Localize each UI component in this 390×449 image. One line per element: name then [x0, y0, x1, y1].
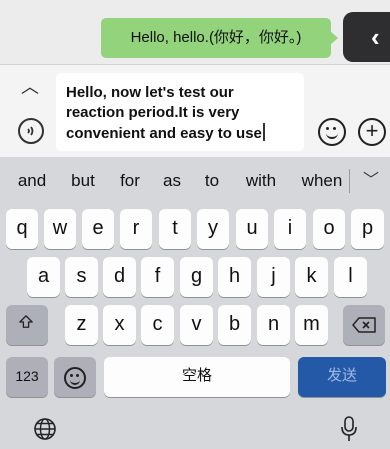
shift-key[interactable]: [6, 305, 48, 345]
side-panel-handle[interactable]: ‹: [343, 12, 390, 62]
key-j[interactable]: j: [257, 257, 290, 297]
key-a[interactable]: a: [27, 257, 60, 297]
key-d[interactable]: d: [103, 257, 136, 297]
key-f[interactable]: f: [141, 257, 174, 297]
key-p[interactable]: p: [351, 209, 384, 249]
suggestion-word[interactable]: as: [157, 157, 187, 205]
key-x[interactable]: x: [103, 305, 136, 345]
key-w[interactable]: w: [44, 209, 76, 249]
key-m[interactable]: m: [295, 305, 328, 345]
suggestion-word[interactable]: for: [112, 157, 148, 205]
emoji-icon[interactable]: [318, 118, 346, 146]
key-b[interactable]: b: [218, 305, 251, 345]
emoji-icon: [64, 367, 86, 389]
key-l[interactable]: l: [334, 257, 367, 297]
key-u[interactable]: u: [236, 209, 268, 249]
emoji-mouth: [326, 131, 338, 139]
message-input[interactable]: Hello, now let's test our reaction perio…: [56, 73, 304, 151]
microphone-icon[interactable]: [339, 415, 359, 443]
chevron-up-icon[interactable]: ︿: [18, 77, 42, 97]
key-i[interactable]: i: [274, 209, 306, 249]
plus-icon[interactable]: +: [358, 118, 386, 146]
suggestion-word[interactable]: but: [62, 157, 104, 205]
key-n[interactable]: n: [257, 305, 290, 345]
emoji-eye: [70, 374, 73, 377]
suggestion-word[interactable]: to: [197, 157, 227, 205]
emoji-mouth: [70, 378, 80, 385]
emoji-eye: [326, 127, 329, 130]
key-k[interactable]: k: [295, 257, 328, 297]
suggestion-word[interactable]: and: [10, 157, 54, 205]
emoji-key[interactable]: [54, 357, 96, 397]
emoji-eye: [76, 374, 79, 377]
key-r[interactable]: r: [120, 209, 152, 249]
shift-icon: [19, 315, 33, 328]
sent-message-bubble[interactable]: Hello, hello.(你好，你好。): [101, 18, 338, 58]
key-y[interactable]: y: [197, 209, 229, 249]
suggestion-word[interactable]: with: [238, 157, 284, 205]
space-key[interactable]: 空格: [104, 357, 290, 397]
input-bar: ︿ Hello, now let's test our reaction per…: [0, 64, 390, 157]
key-z[interactable]: z: [65, 305, 98, 345]
chevron-down-icon[interactable]: ﹀: [356, 167, 386, 195]
key-e[interactable]: e: [82, 209, 114, 249]
voice-icon[interactable]: [18, 118, 44, 144]
message-text: Hello, hello.(你好，你好。): [130, 29, 302, 46]
numbers-key[interactable]: 123: [6, 357, 48, 397]
message-input-text: Hello, now let's test our reaction perio…: [66, 84, 262, 142]
key-c[interactable]: c: [141, 305, 174, 345]
key-g[interactable]: g: [180, 257, 213, 297]
key-h[interactable]: h: [218, 257, 251, 297]
key-o[interactable]: o: [313, 209, 345, 249]
key-v[interactable]: v: [180, 305, 213, 345]
key-q[interactable]: q: [6, 209, 38, 249]
keyboard: q w e r t y u i o p a s d f g h j k l z …: [0, 205, 390, 449]
backspace-icon: [352, 317, 376, 333]
text-caret: [262, 123, 265, 141]
chat-area: Hello, hello.(你好，你好。) ‹: [0, 0, 390, 64]
suggestion-divider: [349, 169, 350, 193]
suggestion-word[interactable]: when: [295, 157, 349, 205]
key-t[interactable]: t: [159, 209, 191, 249]
backspace-key[interactable]: [343, 305, 385, 345]
globe-icon[interactable]: [33, 417, 57, 441]
key-s[interactable]: s: [65, 257, 98, 297]
emoji-eye: [333, 127, 336, 130]
send-key[interactable]: 发送: [298, 357, 386, 397]
suggestion-bar: and but for as to with when ﹀: [0, 157, 390, 205]
chevron-left-icon: ‹: [371, 22, 380, 52]
